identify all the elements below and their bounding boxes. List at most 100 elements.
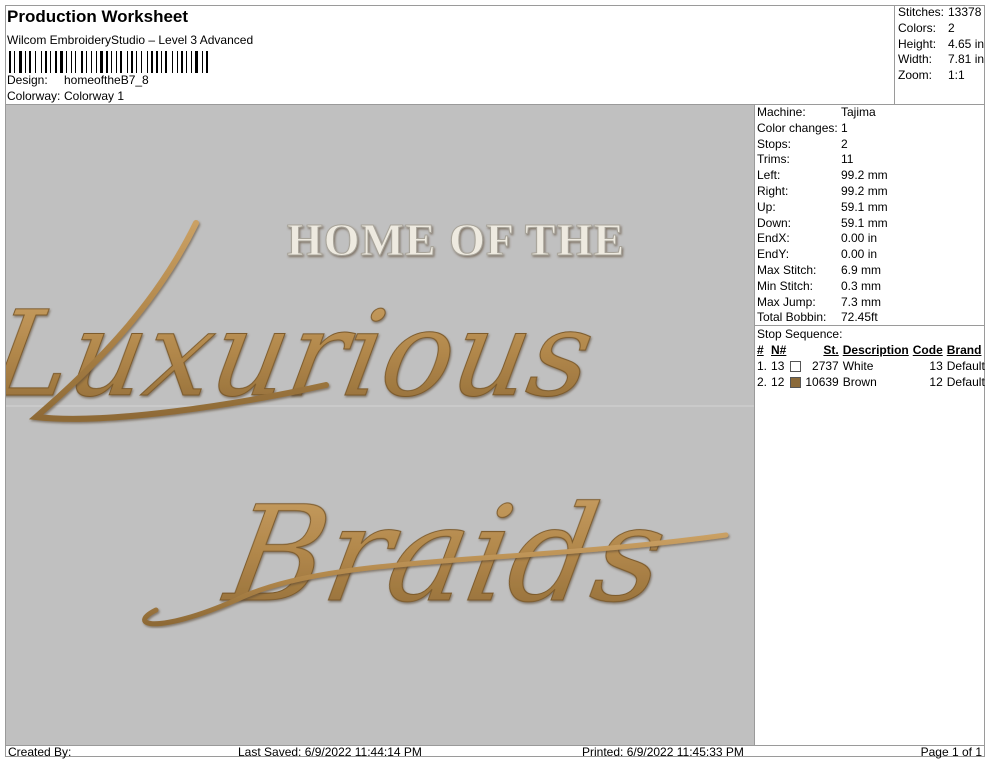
design-label: Design: — [7, 73, 48, 87]
info-label: Min Stitch: — [757, 278, 814, 293]
info-value: 11 — [841, 152, 854, 167]
colorway-value: Colorway 1 — [64, 89, 125, 103]
stat-row: Colors: 2 — [898, 21, 984, 37]
info-label: Up: — [757, 199, 776, 214]
info-value: 59.1 mm — [841, 199, 888, 214]
stop-sequence-divider — [755, 325, 985, 326]
worksheet-header: Production Worksheet Wilcom EmbroiderySt… — [7, 6, 894, 104]
machine-info: Machine: Tajima Color changes: 1 Stops: 2 T… — [757, 105, 985, 326]
design-preview: HOME OF THE Luxurious Braids — [6, 105, 754, 745]
info-label: EndX: — [757, 231, 790, 246]
stat-value: 4.65 in — [948, 36, 985, 51]
embroidery-preview: HOME OF THE Luxurious Braids — [6, 214, 754, 632]
stat-value: 13378 — [948, 5, 982, 19]
printed-date: Printed: 6/9/2022 11:45:33 PM — [582, 745, 744, 759]
info-label: Max Jump: — [757, 294, 816, 309]
info-row: Up: 59.1 mm — [757, 200, 985, 216]
color-swatch-icon — [790, 377, 802, 389]
stop-num: 2. — [757, 375, 768, 389]
table-row: 1. 13 2737 White 13 Default — [755, 358, 987, 374]
stop-num: 1. — [757, 359, 768, 373]
info-row: Right: 99.2 mm — [757, 184, 985, 200]
stop-needle: 12 — [771, 375, 785, 389]
info-value: 99.2 mm — [841, 168, 888, 183]
info-row: Max Jump: 7.3 mm — [757, 295, 985, 311]
stat-label: Height: — [898, 36, 937, 51]
design-text-top: HOME OF THE — [287, 214, 625, 265]
footer-divider — [5, 745, 985, 746]
info-row: Max Stitch: 6.9 mm — [757, 263, 985, 279]
info-value: 0.3 mm — [841, 278, 882, 293]
stop-sequence-title: Stop Sequence: — [757, 327, 843, 341]
color-swatch-cell — [788, 374, 803, 390]
col-header-brand: Brand — [946, 343, 982, 357]
colorway-label: Colorway: — [7, 89, 61, 103]
software-name: Wilcom EmbroideryStudio – Level 3 Advanc… — [7, 33, 254, 47]
info-label: Color changes: — [757, 120, 838, 135]
info-value: Tajima — [841, 105, 876, 119]
info-value: 0.00 in — [841, 247, 878, 262]
info-row: Trims: 11 — [757, 152, 985, 168]
info-row: Down: 59.1 mm — [757, 216, 985, 232]
page-number: Page 1 of 1 — [920, 745, 982, 759]
info-value: 59.1 mm — [841, 215, 888, 230]
table-row: 2. 12 10639 Brown 12 Default — [755, 374, 987, 390]
stat-label: Stitches: — [898, 5, 945, 19]
panel-divider — [754, 105, 755, 745]
color-swatch-cell — [788, 358, 803, 374]
info-row: Left: 99.2 mm — [757, 168, 985, 184]
info-label: Machine: — [757, 105, 806, 119]
stop-code: 13 — [929, 359, 943, 373]
last-saved: Last Saved: 6/9/2022 11:44:14 PM — [238, 745, 422, 759]
color-swatch-icon — [790, 361, 802, 373]
colorway-row: Colorway: Colorway 1 — [7, 89, 124, 103]
info-row: Machine: Tajima — [757, 105, 985, 121]
design-value: homeoftheB7_8 — [64, 73, 149, 87]
page-title: Production Worksheet — [7, 7, 189, 26]
stat-label: Width: — [898, 52, 933, 67]
info-value: 6.9 mm — [841, 262, 882, 277]
info-label: Down: — [757, 215, 792, 230]
stat-label: Zoom: — [898, 68, 933, 83]
info-value: 72.45ft — [841, 310, 878, 325]
info-row: EndX: 0.00 in — [757, 231, 985, 247]
info-label: Max Stitch: — [757, 262, 817, 277]
stop-description: Brown — [842, 375, 877, 389]
info-row: EndY: 0.00 in — [757, 247, 985, 263]
stat-value: 7.81 in — [948, 52, 985, 67]
stop-brand: Default — [946, 375, 985, 389]
info-value: 1 — [841, 120, 848, 135]
stat-row: Zoom: 1:1 — [898, 68, 984, 84]
stat-row: Stitches: 13378 — [898, 5, 984, 21]
stat-row: Width: 7.81 in — [898, 52, 984, 68]
col-header-code: Code — [912, 343, 943, 357]
table-header-row: # N# St. Description Code Brand — [755, 342, 987, 358]
barcode-icon — [9, 51, 208, 73]
stop-needle: 13 — [771, 359, 785, 373]
info-label: EndY: — [757, 247, 790, 262]
col-header-num: # — [757, 343, 764, 357]
stop-sequence-table: # N# St. Description Code Brand 1. 13 27… — [755, 342, 987, 390]
stop-stitches: 2737 — [812, 359, 839, 373]
info-row: Color changes: 1 — [757, 121, 985, 137]
info-label: Trims: — [757, 152, 790, 167]
col-header-stitches: St. — [823, 343, 839, 357]
info-row: Min Stitch: 0.3 mm — [757, 279, 985, 295]
header-divider — [894, 5, 895, 104]
col-header-needle: N# — [771, 343, 787, 357]
stat-label: Colors: — [898, 20, 937, 35]
info-label: Stops: — [757, 136, 792, 151]
stat-value: 1:1 — [948, 68, 965, 83]
info-label: Right: — [757, 183, 789, 198]
info-label: Left: — [757, 168, 781, 183]
created-by: Created By: — [8, 745, 72, 759]
stat-row: Height: 4.65 in — [898, 37, 984, 53]
col-header-description: Description — [842, 343, 909, 357]
design-text-bottom: Braids — [214, 479, 677, 632]
stop-description: White — [842, 359, 874, 373]
info-row: Stops: 2 — [757, 137, 985, 153]
info-value: 99.2 mm — [841, 183, 888, 198]
stop-brand: Default — [946, 359, 985, 373]
info-value: 2 — [841, 136, 848, 151]
info-label: Total Bobbin: — [757, 310, 827, 325]
